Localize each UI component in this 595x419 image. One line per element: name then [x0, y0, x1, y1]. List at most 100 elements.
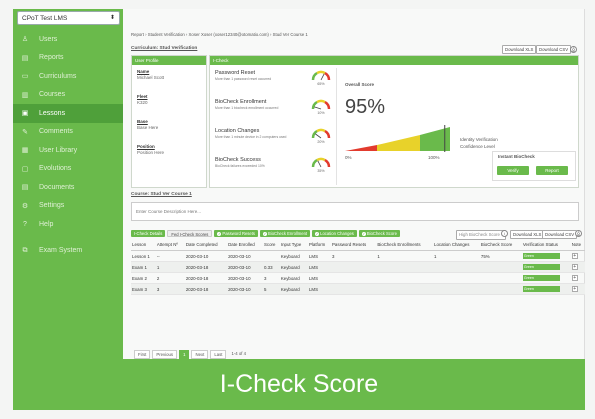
column-header[interactable]: Date Completed [184, 239, 228, 251]
table-print-icon[interactable]: ⎙ [575, 230, 582, 237]
print-icon[interactable]: ⎙ [570, 46, 577, 53]
select-caret-icon: ⬍ [109, 15, 115, 21]
last-page-button[interactable]: Last [210, 350, 227, 359]
table-cell: 2020-03-18 [184, 283, 228, 295]
score-bar-green [420, 127, 450, 151]
check-icon: ✓ [361, 232, 366, 236]
table-cell: LMS [307, 261, 331, 273]
add-note-icon[interactable]: + [571, 275, 578, 281]
table-row[interactable]: Lesson 1 -- 2020-03-10 2020-03-10 Keyboard LM… [131, 250, 585, 262]
column-header[interactable]: BioCheck Enrollments [376, 239, 433, 251]
column-header[interactable]: BioCheck Score [479, 239, 522, 251]
column-header[interactable]: Score [262, 239, 280, 251]
column-header[interactable]: Lesson [131, 239, 156, 251]
info-icon[interactable]: i [501, 230, 508, 237]
help-icon: ? [23, 220, 27, 228]
column-header[interactable]: Input Type [279, 239, 308, 251]
sidebar-item-label: Evolutions [39, 165, 72, 173]
sidebar-item-exam-system[interactable]: ⧉ Exam System [13, 242, 123, 261]
metric-gauge: 35% [310, 154, 332, 176]
sidebar-item-reports[interactable]: ▤ Reports [13, 49, 123, 68]
previous-page-button[interactable]: Previous [152, 350, 178, 359]
sidebar-item-evolutions[interactable]: ▢ Evolutions [13, 160, 123, 179]
tab-fed-i-check-scores[interactable]: Fed I-Check Scores [167, 230, 213, 237]
table-cell: 3 [262, 272, 280, 284]
screen: CPoT Test LMS ⬍ ♙ Users ▤ Reports ▭ Curriculum… [0, 0, 595, 419]
table-cell: + [570, 250, 585, 262]
download-csv-button[interactable]: Download CSV [536, 45, 572, 54]
add-note-icon[interactable]: + [571, 286, 578, 292]
column-header[interactable]: Verification Status [521, 239, 571, 251]
breadcrumb[interactable]: Report › Student Verification › Xoser Xo… [131, 32, 308, 37]
sidebar-item-label: Users [39, 35, 58, 43]
sidebar-item-comments[interactable]: ✎ Comments [13, 123, 123, 142]
sidebar-item-label: Reports [39, 54, 64, 62]
column-header[interactable]: Date Enrolled [227, 239, 263, 251]
column-header[interactable]: Note [570, 239, 585, 251]
table-row[interactable]: Exam 2 2 2020-03-18 2020-03-10 3 Keyboard LMS G… [131, 272, 585, 284]
verification-status-badge: Green [522, 286, 560, 292]
sort-select-value: High BioCheck Score [459, 232, 500, 237]
table-cell: Green [521, 283, 571, 295]
table-cell: Exam 2 [131, 272, 156, 284]
table-download-csv-button[interactable]: Download CSV [542, 230, 578, 239]
table-cell [433, 283, 480, 295]
verify-button[interactable]: Verify [497, 166, 529, 175]
score-bar-red [345, 145, 377, 151]
gauge-arc [311, 158, 318, 168]
column-header[interactable]: Location Changes [433, 239, 480, 251]
sidebar-item-label: Comments [39, 128, 73, 136]
table-row[interactable]: Exam 3 3 2020-03-18 2020-03-10 5 Keyboard LMS G… [131, 283, 585, 295]
table-cell: LMS [307, 283, 331, 295]
table-cell: 5 [262, 283, 280, 295]
sidebar-item-user-library[interactable]: ▦ User Library [13, 141, 123, 160]
tab-password-resets[interactable]: ✓ Password Resets [214, 230, 258, 237]
tab-biocheck-enrollment[interactable]: ✓ BioCheck Enrollment [260, 230, 311, 237]
sidebar-item-settings[interactable]: ⚙ Settings [13, 197, 123, 216]
course-description-input[interactable]: Enter Course Description Here... [131, 202, 579, 221]
add-note-icon[interactable]: + [571, 264, 578, 270]
tab-label: BioCheck Enrollment [268, 231, 308, 236]
tab-label: Password Resets [222, 231, 255, 236]
sidebar-item-help[interactable]: ? Help [13, 215, 123, 234]
overall-score-value: 95% [345, 96, 386, 118]
next-page-button[interactable]: Next [191, 350, 209, 359]
download-xls-button[interactable]: Download XLS [502, 45, 537, 54]
table-cell [331, 261, 377, 273]
tab-i-check-details[interactable]: I-Check Details [131, 230, 166, 237]
check-icon: ✓ [263, 232, 267, 236]
app-select[interactable]: CPoT Test LMS ⬍ [17, 11, 120, 25]
gauge-percent: 65% [317, 82, 325, 86]
table-download-xls-button[interactable]: Download XLS [510, 230, 545, 239]
sidebar-item-lessons[interactable]: ▣ Lessons [13, 104, 123, 123]
tab-biocheck-score[interactable]: ✓ BioCheck Score [358, 230, 400, 237]
gauge-arc [316, 70, 326, 75]
table-row[interactable]: Exam 1 1 2020-03-18 2020-03-10 0.33 Keyboard L… [131, 261, 585, 273]
table-cell: Keyboard [279, 283, 308, 295]
report-button[interactable]: Report [536, 166, 568, 175]
first-page-button[interactable]: First [134, 350, 151, 359]
column-header[interactable]: Platform [307, 239, 331, 251]
position-label: Position [137, 144, 155, 149]
add-note-icon[interactable]: + [571, 253, 578, 259]
gauge-percent: 35% [317, 169, 325, 173]
base-label: Base [137, 119, 148, 124]
user-profile-panel: User Profile Name Michael Scott Fleet K3… [131, 55, 207, 188]
column-header[interactable]: Password Resets [331, 239, 377, 251]
page-1-button[interactable]: 1 [179, 350, 190, 359]
tab-location-changes[interactable]: ✓ Location Changes [312, 230, 357, 237]
position-value: Position Here [137, 150, 165, 155]
sidebar-item-courses[interactable]: ▥ Courses [13, 86, 123, 105]
sidebar-item-documents[interactable]: ▤ Documents [13, 178, 123, 197]
verification-status-badge: Green [522, 253, 560, 259]
verification-status-badge: Green [522, 264, 560, 270]
gauge-arc [324, 129, 331, 139]
table-cell: + [570, 272, 585, 284]
sidebar-item-users[interactable]: ♙ Users [13, 30, 123, 49]
column-header[interactable]: Attempt Nº [155, 239, 185, 251]
table-cell: 0.33 [262, 261, 280, 273]
gauge-needle [315, 133, 322, 139]
sidebar-item-curriculums[interactable]: ▭ Curriculums [13, 67, 123, 86]
reports-icon: ▤ [21, 54, 29, 62]
scale-max: 100% [428, 155, 440, 160]
